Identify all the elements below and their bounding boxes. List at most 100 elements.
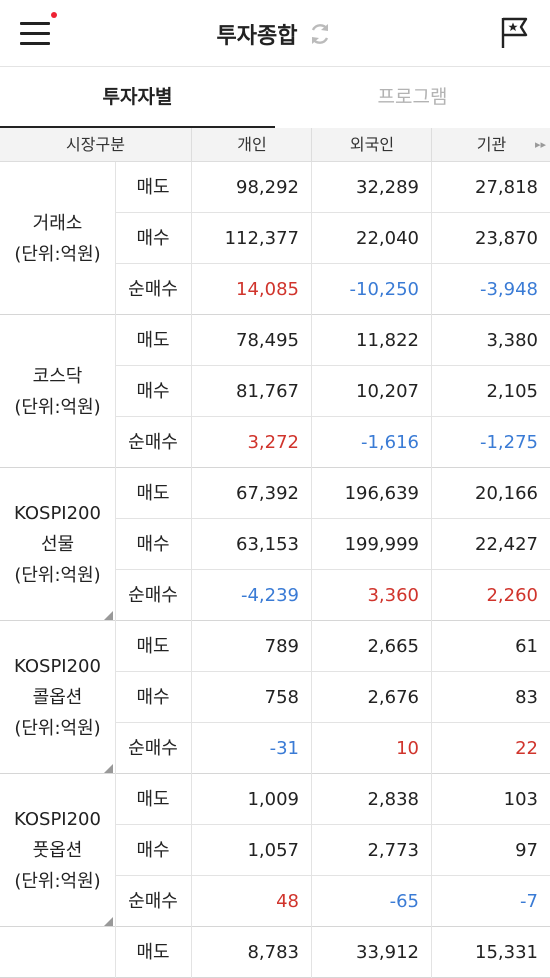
trade-type-label: 매수 <box>136 534 170 555</box>
individual-value: 78,495 <box>236 330 299 351</box>
institution-value: 97 <box>515 840 538 861</box>
institution-value: 61 <box>515 636 538 657</box>
refresh-icon[interactable] <box>307 21 333 47</box>
table-header: 시장구분 개인 외국인 기관 ▸▸ <box>0 128 550 162</box>
table-row: 매수 81,767 10,207 2,105 <box>0 366 550 417</box>
table-row: 매도 67,392 196,639 20,166 <box>0 468 550 519</box>
foreign-value: 22,040 <box>356 228 419 249</box>
individual-value: 112,377 <box>224 228 299 249</box>
table-row: 순매수 3,272 -1,616 -1,275 <box>0 417 550 468</box>
individual-value: 8,783 <box>247 942 299 963</box>
table-row: 매수 758 2,676 83 <box>0 672 550 723</box>
individual-value: 789 <box>264 636 299 657</box>
table-row: 매도 78,495 11,822 3,380 <box>0 315 550 366</box>
individual-value: 81,767 <box>236 381 299 402</box>
column-divider <box>431 162 432 978</box>
individual-value: 1,057 <box>247 840 299 861</box>
column-divider <box>115 315 116 468</box>
table-row: 순매수 48 -65 -7 <box>0 876 550 927</box>
institution-value: -3,948 <box>479 279 538 300</box>
individual-value: 1,009 <box>247 789 299 810</box>
individual-value: 758 <box>264 687 299 708</box>
institution-value: 15,331 <box>475 942 538 963</box>
institution-value: 22,427 <box>475 534 538 555</box>
trade-type-label: 순매수 <box>128 585 178 606</box>
foreign-value: 2,665 <box>367 636 419 657</box>
foreign-value: 11,822 <box>356 330 419 351</box>
column-divider <box>191 162 192 978</box>
table-row: 매수 1,057 2,773 97 <box>0 825 550 876</box>
foreign-value: 33,912 <box>356 942 419 963</box>
foreign-value: 32,289 <box>356 177 419 198</box>
page-title: 투자종합 <box>216 24 298 49</box>
column-header-foreign: 외국인 <box>311 128 432 161</box>
trade-type-label: 매도 <box>136 636 170 657</box>
individual-value: 67,392 <box>236 483 299 504</box>
table-row: 매도 1,009 2,838 103 <box>0 774 550 825</box>
column-header-market: 시장구분 <box>66 135 125 154</box>
foreign-value: 196,639 <box>344 483 419 504</box>
individual-value: 3,272 <box>247 432 299 453</box>
foreign-value: -65 <box>389 891 419 912</box>
individual-value: -31 <box>269 738 299 759</box>
column-divider <box>115 162 116 315</box>
institution-value: 83 <box>515 687 538 708</box>
foreign-value: 3,360 <box>367 585 419 606</box>
column-divider <box>115 621 116 774</box>
trade-type-label: 순매수 <box>128 432 178 453</box>
tab-investor[interactable]: 투자자별 <box>0 66 275 129</box>
scroll-right-arrow-icon[interactable]: ▸▸ <box>535 138 546 151</box>
institution-value: 103 <box>503 789 538 810</box>
top-bar: 투자종합 <box>0 0 550 67</box>
trade-type-label: 매도 <box>136 330 170 351</box>
foreign-value: 10 <box>396 738 419 759</box>
institution-value: 27,818 <box>475 177 538 198</box>
trade-type-label: 매수 <box>136 687 170 708</box>
institution-value: 2,105 <box>486 381 538 402</box>
institution-value: 23,870 <box>475 228 538 249</box>
institution-value: 20,166 <box>475 483 538 504</box>
institution-value: -7 <box>520 891 538 912</box>
column-divider <box>115 468 116 621</box>
column-header-individual: 개인 <box>191 128 312 161</box>
tab-bar: 투자자별 프로그램 <box>0 66 550 129</box>
individual-value: 63,153 <box>236 534 299 555</box>
institution-value: 3,380 <box>486 330 538 351</box>
table-row: 순매수 -4,239 3,360 2,260 <box>0 570 550 621</box>
trade-type-label: 순매수 <box>128 279 178 300</box>
trade-type-label: 매도 <box>136 789 170 810</box>
foreign-value: 2,838 <box>367 789 419 810</box>
column-divider <box>115 774 116 927</box>
institution-value: 22 <box>515 738 538 759</box>
individual-value: 48 <box>276 891 299 912</box>
trade-type-label: 매수 <box>136 840 170 861</box>
trade-type-label: 매도 <box>136 177 170 198</box>
foreign-value: 2,773 <box>367 840 419 861</box>
trade-type-label: 매도 <box>136 942 170 963</box>
table-row: 매도 8,783 33,912 15,331 <box>0 927 550 978</box>
institution-value: 2,260 <box>486 585 538 606</box>
column-divider <box>311 162 312 978</box>
column-divider <box>115 927 116 978</box>
trade-type-label: 매수 <box>136 228 170 249</box>
individual-value: 14,085 <box>236 279 299 300</box>
table-row: 매수 112,377 22,040 23,870 <box>0 213 550 264</box>
foreign-value: -10,250 <box>349 279 419 300</box>
trade-type-label: 순매수 <box>128 891 178 912</box>
foreign-value: 199,999 <box>344 534 419 555</box>
tab-program[interactable]: 프로그램 <box>275 66 550 128</box>
institution-value: -1,275 <box>479 432 538 453</box>
table-row: 순매수 14,085 -10,250 -3,948 <box>0 264 550 315</box>
trade-type-label: 매수 <box>136 381 170 402</box>
individual-value: -4,239 <box>240 585 299 606</box>
table-row: 순매수 -31 10 22 <box>0 723 550 774</box>
column-header-institution: 기관 <box>431 128 550 161</box>
foreign-value: -1,616 <box>360 432 419 453</box>
foreign-value: 2,676 <box>367 687 419 708</box>
table-row: 매도 789 2,665 61 <box>0 621 550 672</box>
trade-type-label: 매도 <box>136 483 170 504</box>
table-row: 매수 63,153 199,999 22,427 <box>0 519 550 570</box>
flag-star-icon[interactable] <box>500 16 530 50</box>
trade-type-label: 순매수 <box>128 738 178 759</box>
foreign-value: 10,207 <box>356 381 419 402</box>
